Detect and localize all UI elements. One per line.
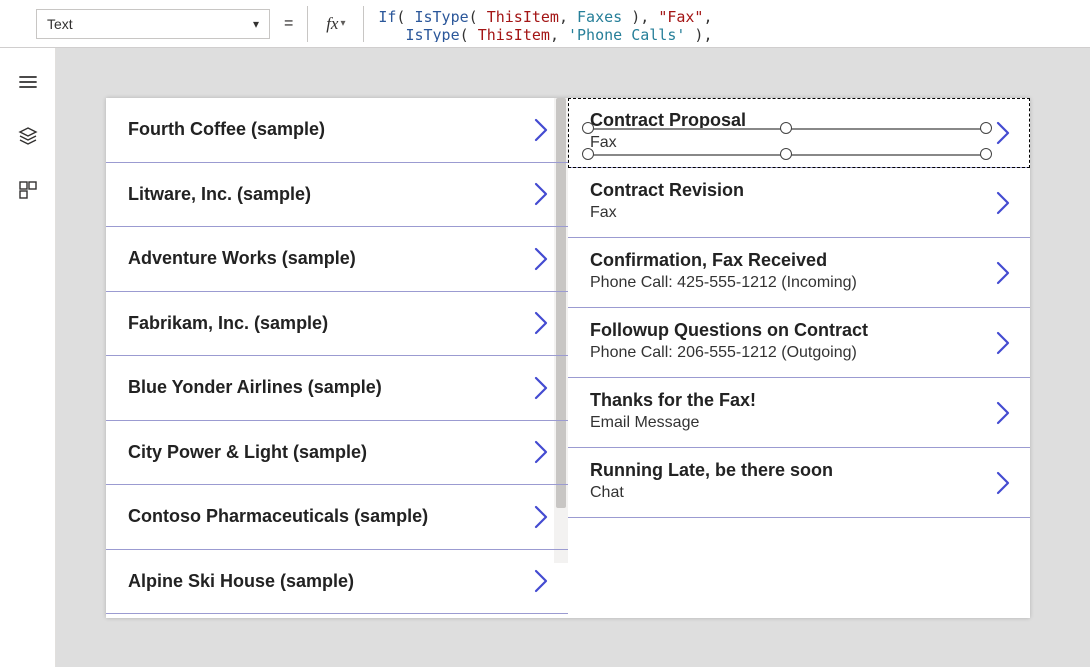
chevron-right-icon[interactable]	[530, 180, 552, 208]
list-item-title: Adventure Works (sample)	[128, 248, 356, 269]
left-rail	[0, 48, 56, 667]
fx-dropdown[interactable]: fx ▾	[307, 6, 363, 42]
list-item[interactable]: Litware, Inc. (sample)	[106, 163, 568, 228]
chevron-right-icon[interactable]	[530, 309, 552, 337]
accounts-gallery[interactable]: Fourth Coffee (sample) Litware, Inc. (sam…	[106, 98, 568, 618]
fx-label: fx	[326, 14, 338, 34]
chevron-down-icon: ▾	[253, 17, 259, 31]
list-item-title: Thanks for the Fax!	[590, 388, 1008, 412]
resize-handle[interactable]	[582, 122, 594, 134]
list-item-subtitle: Fax	[590, 132, 1008, 154]
chevron-right-icon[interactable]	[530, 374, 552, 402]
layers-icon[interactable]	[18, 126, 38, 146]
chevron-right-icon[interactable]	[992, 469, 1014, 497]
property-selector[interactable]: Text ▾	[36, 9, 270, 39]
list-item[interactable]: City Power & Light (sample)	[106, 421, 568, 486]
chevron-right-icon[interactable]	[992, 329, 1014, 357]
components-icon[interactable]	[18, 180, 38, 200]
chevron-right-icon[interactable]	[530, 567, 552, 595]
list-item[interactable]: Running Late, be there soonChat	[568, 448, 1030, 518]
resize-handle[interactable]	[582, 148, 594, 160]
list-item-title: Alpine Ski House (sample)	[128, 571, 354, 592]
resize-handle[interactable]	[980, 148, 992, 160]
property-selector-value: Text	[47, 16, 73, 32]
list-item[interactable]: Alpine Ski House (sample)	[106, 550, 568, 615]
list-item-title: Blue Yonder Airlines (sample)	[128, 377, 382, 398]
chevron-right-icon[interactable]	[530, 438, 552, 466]
list-item[interactable]: Fabrikam, Inc. (sample)	[106, 292, 568, 357]
list-item-subtitle: Phone Call: 206-555-1212 (Outgoing)	[590, 342, 1008, 364]
list-item[interactable]: Contract ProposalFax	[568, 98, 1030, 168]
chevron-right-icon[interactable]	[530, 116, 552, 144]
list-item-title: Followup Questions on Contract	[590, 318, 1008, 342]
activities-gallery[interactable]: Contract ProposalFaxContract RevisionFax…	[568, 98, 1030, 618]
list-item[interactable]: Followup Questions on ContractPhone Call…	[568, 308, 1030, 378]
list-item-title: City Power & Light (sample)	[128, 442, 367, 463]
list-item[interactable]: Blue Yonder Airlines (sample)	[106, 356, 568, 421]
list-item-title: Litware, Inc. (sample)	[128, 184, 311, 205]
app-preview: Fourth Coffee (sample) Litware, Inc. (sam…	[106, 98, 1030, 618]
resize-handle[interactable]	[980, 122, 992, 134]
list-item[interactable]: Contoso Pharmaceuticals (sample)	[106, 485, 568, 550]
list-item-subtitle: Email Message	[590, 412, 1008, 434]
list-item-title: Fabrikam, Inc. (sample)	[128, 313, 328, 334]
list-item[interactable]: Contract RevisionFax	[568, 168, 1030, 238]
resize-handle[interactable]	[780, 122, 792, 134]
chevron-right-icon[interactable]	[992, 119, 1014, 147]
list-item-title: Contoso Pharmaceuticals (sample)	[128, 506, 428, 527]
list-item[interactable]: Fourth Coffee (sample)	[106, 98, 568, 163]
list-item[interactable]: Confirmation, Fax ReceivedPhone Call: 42…	[568, 238, 1030, 308]
list-item-title: Running Late, be there soon	[590, 458, 1008, 482]
chevron-right-icon[interactable]	[992, 259, 1014, 287]
list-item-subtitle: Fax	[590, 202, 1008, 224]
list-item-subtitle: Chat	[590, 482, 1008, 504]
canvas[interactable]: Fourth Coffee (sample) Litware, Inc. (sam…	[56, 48, 1090, 667]
list-item-title: Confirmation, Fax Received	[590, 248, 1008, 272]
formula-bar: Text ▾ = fx ▾ If( IsType( ThisItem, Faxe…	[0, 0, 1090, 48]
list-item[interactable]: Adventure Works (sample)	[106, 227, 568, 292]
list-item-title: Contract Revision	[590, 178, 1008, 202]
list-item-title: Fourth Coffee (sample)	[128, 119, 325, 140]
chevron-right-icon[interactable]	[992, 399, 1014, 427]
chevron-right-icon[interactable]	[530, 503, 552, 531]
formula-input[interactable]: If( IsType( ThisItem, Faxes ), "Fax", Is…	[363, 6, 1090, 42]
equals-label: =	[270, 15, 307, 33]
resize-handle[interactable]	[780, 148, 792, 160]
chevron-right-icon[interactable]	[992, 189, 1014, 217]
chevron-down-icon: ▾	[340, 18, 345, 29]
chevron-right-icon[interactable]	[530, 245, 552, 273]
list-item-subtitle: Phone Call: 425-555-1212 (Incoming)	[590, 272, 1008, 294]
tree-icon[interactable]	[18, 72, 38, 92]
list-item[interactable]: Thanks for the Fax!Email Message	[568, 378, 1030, 448]
